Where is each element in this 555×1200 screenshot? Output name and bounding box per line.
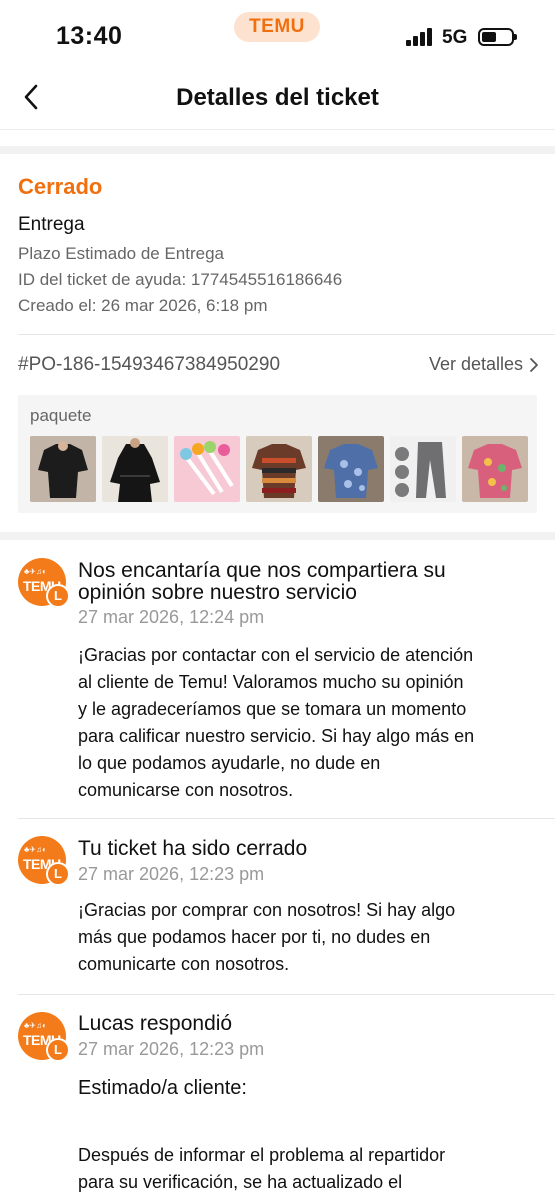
view-details-label: Ver detalles — [428, 354, 523, 374]
message-line: comunicarse con nosotros. — [78, 780, 294, 800]
view-details-link[interactable]: Ver detalles — [429, 354, 539, 375]
message-line: más que podamos hacer por ti, no dudes e… — [78, 927, 431, 947]
app-indicator-pill[interactable]: TEMU — [234, 12, 320, 42]
product-thumbnail-6[interactable] — [390, 436, 456, 502]
agent-avatar: ♣✈♫◐ TEMU L — [18, 558, 70, 608]
message-line: ¡Gracias por comprar con nosotros! Si ha… — [78, 900, 456, 920]
section-separator — [0, 532, 555, 540]
message-body: ¡Gracias por comprar con nosotros! Si ha… — [78, 897, 538, 978]
message-line: para calificar nuestro servicio. Si hay … — [78, 726, 475, 746]
agent-avatar: ♣✈♫◐ TEMU L — [18, 1012, 70, 1062]
divider — [18, 334, 555, 335]
package-label: paquete — [30, 406, 92, 425]
product-thumbnail-4[interactable] — [246, 436, 312, 502]
brand-icons: ♣✈♫◐ — [24, 1021, 47, 1030]
message-title: Lucas respondió — [78, 1012, 233, 1035]
product-thumbnail-1[interactable] — [30, 436, 96, 502]
chevron-right-icon — [530, 357, 538, 372]
message-date: 27 mar 2026, 12:24 pm — [78, 607, 265, 627]
brand-icons: ♣✈♫◐ — [24, 845, 47, 854]
brand-icons: ♣✈♫◐ — [24, 567, 47, 576]
ticket-id: ID del ticket de ayuda: 1774545516186646 — [18, 270, 343, 289]
agent-initial-badge: L — [46, 1038, 70, 1062]
ticket-category: Entrega — [18, 214, 85, 235]
message-title-line2: opinión sobre nuestro servicio — [78, 581, 357, 604]
striped-top-thumbnail-icon — [246, 436, 312, 502]
message-line: ¡Gracias por contactar con el servicio d… — [78, 645, 474, 665]
package-card[interactable]: paquete — [18, 395, 537, 513]
product-thumbnail-5[interactable] — [318, 436, 384, 502]
ticket-subcategory: Plazo Estimado de Entrega — [18, 244, 225, 263]
cellular-signal-icon — [406, 28, 434, 46]
ticket-status: Cerrado — [18, 174, 103, 199]
message-title: Tu ticket ha sido cerrado — [78, 837, 308, 860]
status-bar: 13:40 TEMU 5G — [0, 0, 555, 64]
message-date: 27 mar 2026, 12:23 pm — [78, 864, 265, 884]
product-thumbnail-3[interactable] — [174, 436, 240, 502]
message-line: al cliente de Temu! Valoramos mucho su o… — [78, 672, 464, 692]
colorful-pens-thumbnail-icon — [174, 436, 240, 502]
message-body: ¡Gracias por contactar con el servicio d… — [78, 642, 538, 804]
network-type: 5G — [442, 27, 468, 48]
divider — [18, 994, 555, 995]
message-line: y le agradeceríamos que se tomara un mom… — [78, 699, 467, 719]
grey-leggings-thumbnail-icon — [390, 436, 456, 502]
status-time: 13:40 — [56, 22, 123, 50]
nav-header: Detalles del ticket — [0, 64, 555, 130]
black-blouse-thumbnail-icon — [30, 436, 96, 502]
product-thumbnail-2[interactable] — [102, 436, 168, 502]
message-body: Después de informar el problema al repar… — [78, 1142, 538, 1196]
ticket-created-date: Creado el: 26 mar 2026, 6:18 pm — [18, 296, 268, 315]
message-greeting: Estimado/a cliente: — [78, 1077, 247, 1099]
order-number: #PO-186-15493467384950290 — [18, 354, 281, 375]
agent-avatar: ♣✈♫◐ TEMU L — [18, 836, 70, 886]
divider — [18, 818, 555, 819]
page-title: Detalles del ticket — [176, 84, 379, 111]
message-line: Después de informar el problema al repar… — [78, 1145, 446, 1165]
product-thumbnail-7[interactable] — [462, 436, 528, 502]
message-line: comunicarte con nosotros. — [78, 954, 290, 974]
agent-initial-badge: L — [46, 862, 70, 886]
message-line: para su verificación, se ha actualizado … — [78, 1172, 403, 1192]
message-title: Nos encantaría que nos compartiera su — [78, 559, 446, 582]
message-line: lo que podamos ayudarle, no dude en — [78, 753, 381, 773]
section-separator — [0, 146, 555, 154]
black-lace-dress-thumbnail-icon — [102, 436, 168, 502]
agent-initial-badge: L — [46, 584, 70, 608]
message-date: 27 mar 2026, 12:23 pm — [78, 1039, 265, 1059]
blue-paisley-shirt-thumbnail-icon — [318, 436, 384, 502]
pink-floral-top-thumbnail-icon — [462, 436, 528, 502]
battery-icon — [478, 28, 517, 46]
